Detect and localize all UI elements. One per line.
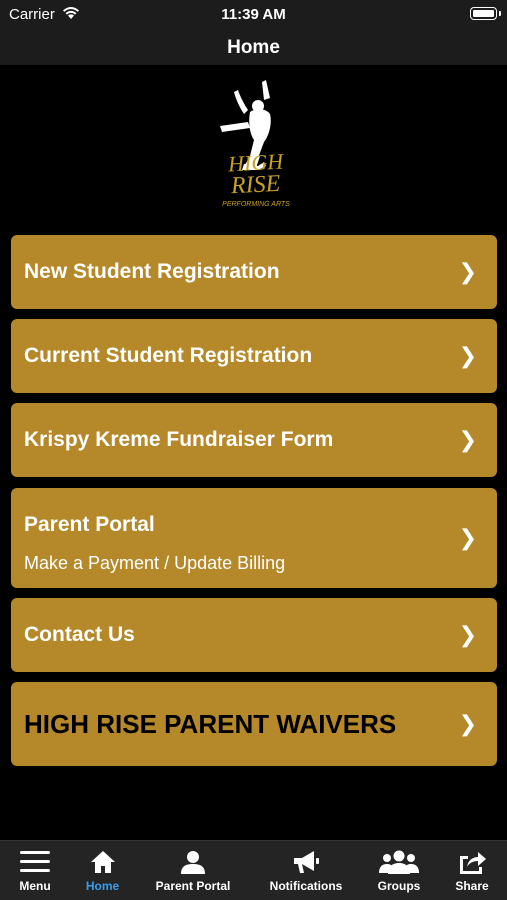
tab-label: Notifications [269, 879, 343, 893]
logo-line-2: RISE [229, 171, 281, 200]
current-student-registration-button[interactable]: Current Student Registration ❯ [11, 319, 497, 393]
group-icon [379, 850, 419, 874]
tab-share[interactable]: Share [444, 841, 500, 900]
share-icon [460, 852, 486, 874]
status-time: 11:39 AM [221, 6, 286, 23]
chevron-right-icon: ❯ [458, 427, 477, 452]
button-label: Contact Us [24, 623, 135, 646]
button-label: New Student Registration [24, 260, 280, 283]
tab-label: Share [455, 879, 489, 893]
tab-menu[interactable]: Menu [0, 841, 70, 900]
tab-bar: Menu Home Parent Portal Notifications Gr… [0, 840, 507, 900]
krispy-kreme-fundraiser-button[interactable]: Krispy Kreme Fundraiser Form ❯ [11, 403, 497, 477]
tab-parent-portal[interactable]: Parent Portal [140, 841, 246, 900]
button-label: Current Student Registration [24, 344, 313, 367]
chevron-right-icon: ❯ [458, 525, 477, 550]
tab-home[interactable]: Home [70, 841, 135, 900]
tab-groups[interactable]: Groups [364, 841, 434, 900]
chevron-right-icon: ❯ [458, 343, 477, 368]
navigation-bar: Home [0, 30, 507, 65]
button-sublabel: Make a Payment / Update Billing [24, 553, 286, 573]
chevron-right-icon: ❯ [458, 711, 477, 736]
chevron-right-icon: ❯ [458, 259, 477, 284]
tab-label: Groups [377, 879, 421, 893]
battery-icon [470, 7, 501, 20]
megaphone-icon [294, 851, 319, 873]
logo-line-3: PERFORMING ARTS [222, 201, 290, 208]
status-bar: Carrier 11:39 AM [0, 0, 507, 30]
contact-us-button[interactable]: Contact Us ❯ [11, 598, 497, 672]
tab-label: Menu [19, 879, 51, 893]
new-student-registration-button[interactable]: New Student Registration ❯ [11, 235, 497, 309]
page-title: Home [227, 37, 280, 58]
tab-notifications[interactable]: Notifications [258, 841, 354, 900]
button-label: HIGH RISE PARENT WAIVERS [24, 709, 397, 739]
tab-label: Parent Portal [155, 879, 231, 893]
parent-waivers-button[interactable]: HIGH RISE PARENT WAIVERS ❯ [11, 682, 497, 766]
chevron-right-icon: ❯ [458, 622, 477, 647]
person-icon [181, 851, 205, 874]
high-rise-logo: HIGH RISE PERFORMING ARTS [220, 80, 290, 208]
home-icon [90, 851, 115, 873]
hamburger-icon [20, 851, 50, 872]
parent-portal-button[interactable]: Parent Portal Make a Payment / Update Bi… [11, 488, 497, 588]
button-label: Parent Portal [24, 513, 155, 536]
tab-label: Home [85, 879, 120, 893]
button-label: Krispy Kreme Fundraiser Form [24, 428, 334, 451]
